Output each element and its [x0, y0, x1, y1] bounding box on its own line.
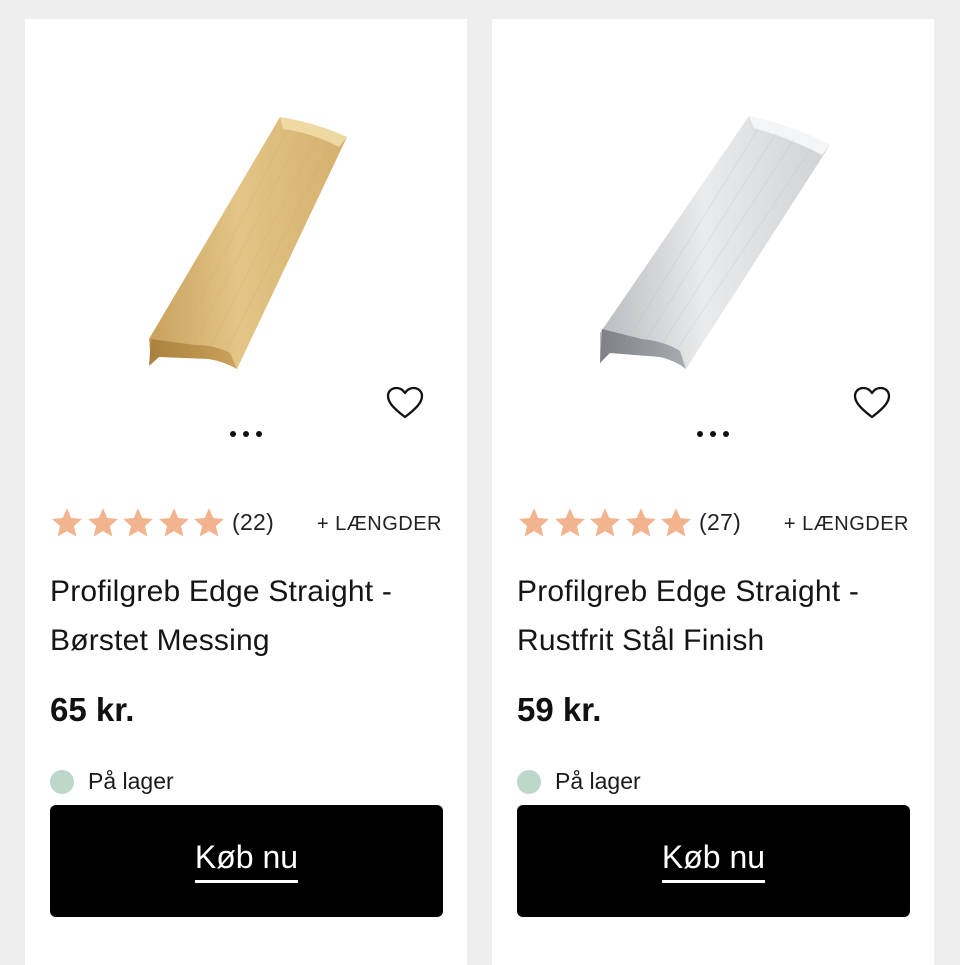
product-title-line: Profilgreb Edge Straight -: [50, 575, 393, 608]
stainless-steel-edge-handle-image: [600, 116, 830, 369]
stock-status-text: På lager: [555, 768, 641, 794]
star-icon: [519, 508, 549, 537]
brushed-brass-edge-handle-image: [149, 117, 347, 369]
review-count[interactable]: (22): [232, 509, 274, 536]
more-dots-icon[interactable]: [692, 427, 734, 441]
star-icon: [590, 508, 620, 537]
more-dots-icon[interactable]: [225, 427, 267, 441]
star-icon: [123, 508, 153, 537]
review-count[interactable]: (27): [699, 509, 741, 536]
wishlist-heart-icon[interactable]: [385, 385, 425, 421]
buy-now-button[interactable]: Køb nu: [50, 805, 443, 917]
status-dot-icon: [517, 770, 541, 794]
product-card[interactable]: (27) + LÆNGDER Profilgreb Edge Straight …: [492, 19, 934, 965]
star-icon: [555, 508, 585, 537]
product-title[interactable]: Profilgreb Edge Straight - Børstet Messi…: [50, 567, 450, 665]
product-title[interactable]: Profilgreb Edge Straight - Rustfrit Stål…: [517, 567, 917, 665]
variants-link[interactable]: + LÆNGDER: [317, 513, 442, 536]
rating-row: (27) + LÆNGDER: [517, 505, 909, 541]
stock-status-text: På lager: [88, 768, 174, 794]
product-price: 59 kr.: [517, 691, 602, 728]
product-card[interactable]: (22) + LÆNGDER Profilgreb Edge Straight …: [25, 19, 467, 965]
star-icon: [626, 508, 656, 537]
rating-stars: [519, 508, 691, 537]
product-title-line: Rustfrit Stål Finish: [517, 624, 765, 657]
star-icon: [88, 508, 118, 537]
rating-row: (22) + LÆNGDER: [50, 505, 442, 541]
product-title-line: Profilgreb Edge Straight -: [517, 575, 860, 608]
product-image[interactable]: [25, 19, 467, 439]
buy-now-button[interactable]: Køb nu: [517, 805, 910, 917]
product-title-line: Børstet Messing: [50, 624, 270, 657]
status-dot-icon: [50, 770, 74, 794]
star-icon: [52, 508, 82, 537]
buy-now-label: Køb nu: [194, 839, 299, 883]
star-icon: [159, 508, 189, 537]
variants-link[interactable]: + LÆNGDER: [784, 513, 909, 536]
star-icon: [194, 508, 224, 537]
product-image[interactable]: [492, 19, 934, 439]
star-icon: [661, 508, 691, 537]
buy-now-label: Køb nu: [661, 839, 766, 883]
product-price: 65 kr.: [50, 691, 135, 728]
wishlist-heart-icon[interactable]: [852, 385, 892, 421]
rating-stars: [52, 508, 224, 537]
